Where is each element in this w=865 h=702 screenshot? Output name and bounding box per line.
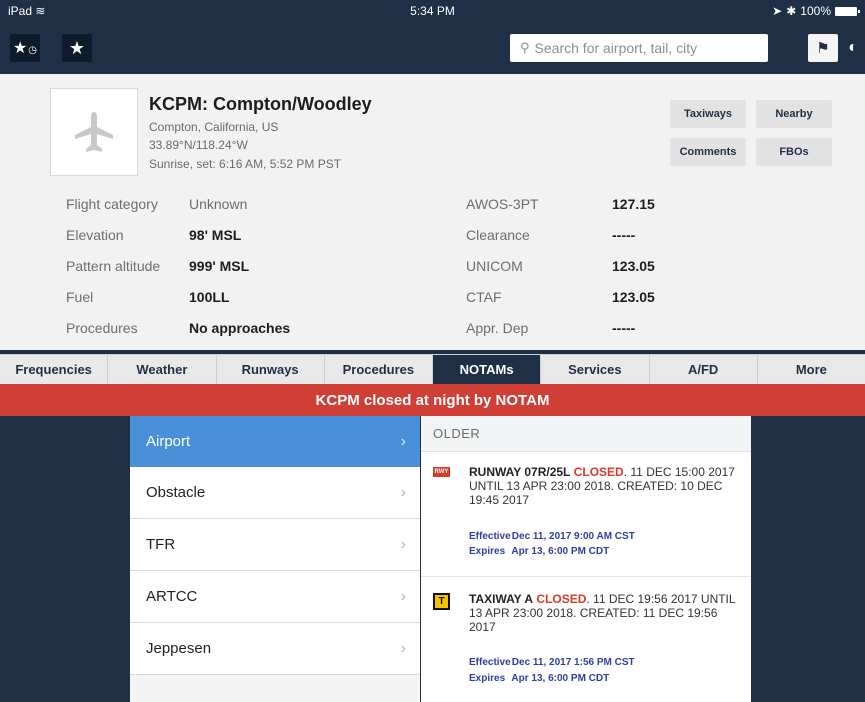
fuel-value: 100LL (189, 289, 230, 305)
frequency-value[interactable]: 123.05 (612, 289, 655, 305)
info-right: AWOS-3PT 127.15 Clearance ----- UNICOM 1… (430, 74, 865, 350)
star-icon: ★ (68, 37, 86, 58)
notam-content: Airport › Obstacle › TFR › ARTCC › Jeppe… (0, 416, 865, 702)
search-icon: ⚲ (520, 40, 530, 55)
settings-icon: ◐ (848, 39, 858, 56)
category-jeppesen[interactable]: Jeppesen › (130, 623, 420, 675)
info-label: Elevation (66, 227, 124, 243)
settings-button[interactable]: ◐ (838, 34, 865, 62)
info-label: Flight category (66, 196, 158, 212)
chevron-right-icon: › (400, 432, 406, 450)
category-airport[interactable]: Airport › (130, 416, 420, 467)
location-icon: ➤ (772, 4, 783, 18)
tab-notams[interactable]: NOTAMs (433, 355, 542, 384)
info-label: Clearance (466, 227, 530, 243)
tab-services[interactable]: Services (541, 355, 650, 384)
notam-effective: Effective Dec 11, 2017 9:00 AM CST (469, 531, 635, 542)
bluetooth-icon: ✱ (786, 4, 797, 18)
category-label: Airport (146, 433, 191, 450)
category-tfr[interactable]: TFR › (130, 519, 420, 571)
info-label: UNICOM (466, 258, 523, 274)
frequency-value[interactable]: 127.15 (612, 196, 655, 212)
info-label: Fuel (66, 289, 94, 305)
elevation-value: 98' MSL (189, 227, 242, 243)
category-label: ARTCC (146, 588, 198, 605)
notam-effective: Effective Dec 11, 2017 1:56 PM CST (469, 657, 635, 668)
procedures-value: No approaches (189, 320, 291, 336)
category-obstacle[interactable]: Obstacle › (130, 467, 420, 519)
chevron-right-icon: › (400, 483, 406, 501)
frequency-value[interactable]: 123.05 (612, 258, 655, 274)
tab-weather[interactable]: Weather (108, 355, 217, 384)
info-left: Flight category Unknown Elevation 98' MS… (0, 74, 430, 350)
status-right: ➤ ✱ 100% (772, 4, 860, 18)
notam-text: TAXIWAY A CLOSED. 11 DEC 19:56 2017 UNTI… (469, 592, 736, 634)
section-header-older: OLDER (421, 416, 751, 452)
notam-category-list: Airport › Obstacle › TFR › ARTCC › Jeppe… (130, 416, 420, 702)
chevron-right-icon: › (400, 639, 406, 657)
pattern-altitude-value: 999' MSL (189, 258, 250, 274)
favorites-button[interactable]: ★ (62, 34, 92, 62)
status-bar: iPad ≋ 5:34 PM ➤ ✱ 100% (0, 0, 865, 22)
search-input[interactable] (534, 40, 755, 56)
runway-icon: RWY (433, 467, 450, 477)
notam-list: OLDER RWY RUNWAY 07R/25L CLOSED. 11 DEC … (421, 416, 751, 702)
info-label: CTAF (466, 289, 502, 305)
notam-text: RUNWAY 07R/25L CLOSED. 11 DEC 15:00 2017… (469, 465, 735, 507)
taxiway-icon: T (433, 593, 450, 610)
battery-icon (835, 6, 860, 16)
clock: 5:34 PM (410, 4, 455, 18)
flight-category-value: Unknown (189, 196, 248, 212)
map-pin-button[interactable]: ⚑ (808, 34, 838, 62)
navigation-bar: ★◷ ★ ⚲ ⚑ ◐ (0, 22, 865, 74)
notam-expires: Expires Apr 13, 6:00 PM CDT (469, 546, 610, 557)
battery-percent: 100% (800, 4, 831, 18)
info-label: Procedures (66, 320, 138, 336)
map-pin-icon: ⚑ (816, 40, 830, 57)
search-field[interactable]: ⚲ (510, 34, 768, 62)
tab-bar: Frequencies Weather Runways Procedures N… (0, 354, 865, 384)
notam-item[interactable]: T TAXIWAY A CLOSED. 11 DEC 19:56 2017 UN… (421, 578, 751, 702)
chevron-right-icon: › (400, 587, 406, 605)
airport-header: KCPM: Compton/Woodley Compton, Californi… (0, 74, 865, 350)
info-label: Appr. Dep (466, 320, 529, 336)
tab-procedures[interactable]: Procedures (325, 355, 433, 384)
notam-item[interactable]: RWY RUNWAY 07R/25L CLOSED. 11 DEC 15:00 … (421, 453, 751, 577)
recent-favorites-icon: ★◷ (12, 40, 38, 57)
frequency-value: ----- (612, 227, 636, 243)
notam-expires: Expires Apr 13, 6:00 PM CDT (469, 673, 610, 684)
info-label: Pattern altitude (66, 258, 161, 274)
tab-runways[interactable]: Runways (217, 355, 325, 384)
tab-frequencies[interactable]: Frequencies (0, 355, 109, 384)
category-label: Jeppesen (146, 640, 212, 657)
category-label: Obstacle (146, 484, 206, 501)
category-label: TFR (146, 536, 176, 553)
closure-alert-banner: KCPM closed at night by NOTAM (0, 384, 865, 416)
tab-afd[interactable]: A/FD (650, 355, 758, 384)
tab-more[interactable]: More (758, 355, 865, 384)
chevron-right-icon: › (400, 535, 406, 553)
frequency-value: ----- (612, 320, 636, 336)
info-label: AWOS-3PT (466, 196, 539, 212)
recent-favorites-button[interactable]: ★◷ (10, 34, 40, 62)
category-artcc[interactable]: ARTCC › (130, 571, 420, 623)
